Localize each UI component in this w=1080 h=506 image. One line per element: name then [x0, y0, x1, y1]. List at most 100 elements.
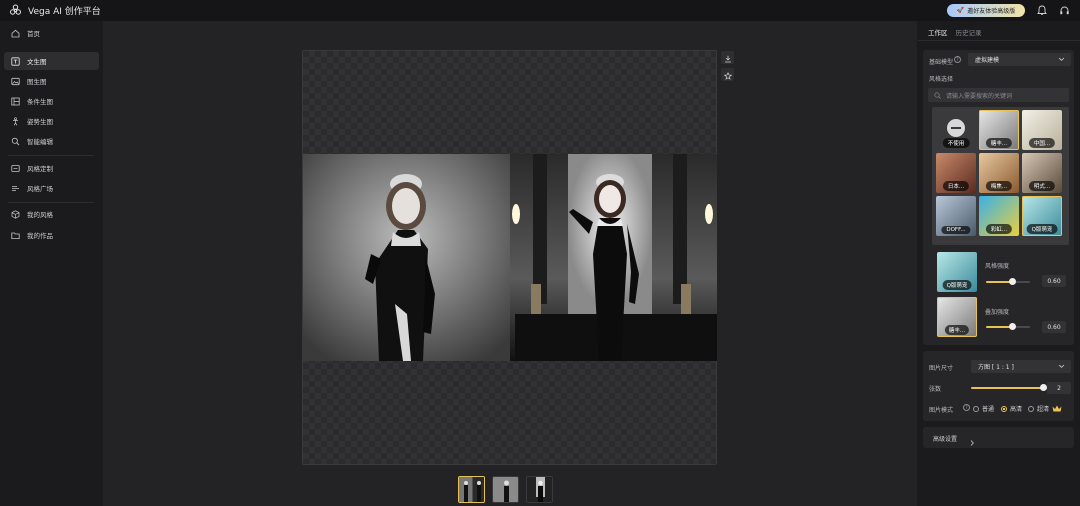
style-tile[interactable]: 梅焦...	[979, 153, 1019, 193]
sidebar-item-label: 图生图	[27, 78, 47, 86]
style-tile-label: 彩虹...	[985, 224, 1013, 234]
chevron-down-icon	[1058, 363, 1065, 371]
sidebar-item-image-to-image[interactable]: 图生图	[4, 72, 99, 90]
sidebar-item-smart-edit[interactable]: 智能编辑	[4, 132, 99, 150]
style-tile[interactable]: DOFF...	[936, 196, 976, 236]
star-icon	[723, 65, 732, 84]
help-icon[interactable]: ?	[963, 404, 970, 411]
text-image-icon	[10, 56, 20, 66]
favorite-button[interactable]	[721, 68, 734, 81]
slider-fill	[971, 387, 1043, 389]
slider-knob[interactable]	[1039, 384, 1047, 391]
invite-button[interactable]: 🚀 邀好友体验高级版	[947, 4, 1025, 17]
mode-option-ultra[interactable]: 超清	[1028, 404, 1062, 413]
style-square-icon	[10, 183, 20, 193]
image-size-label: 图片尺寸	[929, 365, 954, 372]
sidebar-item-style-custom[interactable]: 风格定制	[4, 159, 99, 177]
sidebar-item-label: 风格广场	[27, 185, 53, 193]
selected-style-name: Q版萌宠	[942, 280, 972, 290]
thumbnail-item[interactable]	[492, 476, 519, 503]
no-style-icon	[947, 119, 965, 137]
sidebar-item-my-styles[interactable]: 我的风格	[4, 205, 99, 223]
chevron-right-icon	[969, 432, 975, 451]
advanced-settings[interactable]: 高级设置	[923, 427, 1074, 448]
image-count-slider[interactable]	[971, 384, 1047, 391]
style-tile[interactable]: 彩虹...	[979, 196, 1019, 236]
chevron-down-icon	[1058, 56, 1065, 64]
sidebar-item-label: 我的风格	[27, 211, 53, 219]
base-model-label: 基础模型	[929, 59, 954, 66]
mode-label: 超清	[1037, 406, 1050, 413]
sidebar-item-label: 文生图	[27, 58, 47, 66]
search-placeholder: 请输入需要搜索的关键词	[946, 92, 1013, 100]
mode-option-normal[interactable]: 普通	[973, 404, 994, 413]
sidebar-item-pose[interactable]: 姿势生图	[4, 112, 99, 130]
image-count-label: 张数	[929, 386, 942, 393]
base-model-select[interactable]: 虚拟建模	[968, 53, 1071, 66]
style-tile[interactable]: 日本...	[936, 153, 976, 193]
folder-icon	[10, 230, 20, 240]
selected-style-thumb[interactable]: Q版萌宠	[937, 252, 977, 292]
blend-strength-label: 叠加强度	[985, 309, 1010, 316]
selected-style-thumb[interactable]: 糖丰...	[937, 297, 977, 337]
sidebar-item-label: 条件生图	[27, 98, 53, 106]
base-model-value: 虚拟建模	[975, 57, 1000, 64]
image-mode-label: 图片模式	[929, 407, 954, 414]
sidebar-item-condition[interactable]: 条件生图	[4, 92, 99, 110]
settings-panel: 工作区 历史记录 基础模型 ? 虚拟建模 风格选择 请输入需要搜索的关键词 不使…	[918, 21, 1080, 506]
style-search-input[interactable]: 请输入需要搜索的关键词	[928, 88, 1069, 102]
search-icon	[934, 91, 941, 99]
sidebar-item-my-works[interactable]: 我的作品	[4, 226, 99, 244]
download-button[interactable]	[721, 51, 734, 64]
app-title: Vega AI 创作平台	[28, 7, 101, 17]
home-icon	[10, 28, 20, 38]
blend-strength-value[interactable]: 0.60	[1042, 321, 1066, 333]
slider-knob[interactable]	[1008, 278, 1016, 285]
style-tile-label: 明式...	[1028, 181, 1056, 191]
style-strength-slider[interactable]	[986, 278, 1030, 285]
style-tile[interactable]: 明式...	[1022, 153, 1062, 193]
sidebar-item-label: 风格定制	[27, 165, 53, 173]
image-count-value[interactable]: 2	[1047, 382, 1071, 394]
crown-icon	[1052, 405, 1062, 412]
vega-logo-icon[interactable]	[8, 4, 22, 18]
style-tile-none[interactable]: 不使用	[936, 110, 976, 150]
generated-image[interactable]	[303, 154, 717, 361]
sidebar-item-style-square[interactable]: 风格广场	[4, 179, 99, 197]
style-custom-icon	[10, 163, 20, 173]
style-select-label: 风格选择	[929, 76, 954, 83]
thumbnail-item[interactable]	[458, 476, 485, 503]
style-tile[interactable]: Q版萌宠	[1022, 196, 1062, 236]
blend-strength-slider[interactable]	[986, 323, 1030, 330]
style-tile-label: 梅焦...	[985, 181, 1013, 191]
style-strength-label: 风格强度	[985, 263, 1010, 270]
tab-workspace[interactable]: 工作区	[928, 27, 948, 41]
top-bar: Vega AI 创作平台 🚀 邀好友体验高级版	[0, 0, 1080, 21]
bell-icon[interactable]	[1035, 4, 1048, 17]
panel-tabs: 工作区 历史记录	[928, 27, 982, 41]
headset-icon[interactable]	[1058, 4, 1071, 17]
image-image-icon	[10, 76, 20, 86]
style-tile[interactable]: 中国...	[1022, 110, 1062, 150]
thumbnail-item[interactable]	[526, 476, 553, 503]
style-tile[interactable]: 糖丰...	[979, 110, 1019, 150]
slider-knob[interactable]	[1008, 323, 1016, 330]
style-tile-label: DOFF...	[941, 226, 971, 234]
radio-icon	[1028, 405, 1034, 412]
style-tile-label: 糖丰...	[985, 138, 1013, 148]
selected-style-name: 糖丰...	[944, 325, 970, 335]
tab-history[interactable]: 历史记录	[956, 27, 982, 41]
invite-label: 邀好友体验高级版	[967, 8, 1016, 15]
style-tile-label: Q版萌宠	[1026, 224, 1058, 234]
sidebar-item-home[interactable]: 首页	[4, 24, 99, 42]
pose-icon	[10, 116, 20, 126]
sidebar-item-label: 智能编辑	[27, 138, 53, 146]
result-thumbnails	[458, 476, 553, 503]
image-size-select[interactable]: 方图 [ 1 : 1 ]	[971, 360, 1071, 373]
help-icon[interactable]: ?	[954, 56, 961, 63]
sidebar: 首页 文生图 图生图 条件生图 姿势生图 智能编辑 风格定制 风格广场 我的风格…	[0, 21, 103, 506]
sidebar-item-text-to-image[interactable]: 文生图	[4, 52, 99, 70]
style-strength-value[interactable]: 0.60	[1042, 275, 1066, 287]
style-tile-label: 中国...	[1028, 138, 1056, 148]
mode-option-hd[interactable]: 高清	[1001, 404, 1022, 413]
